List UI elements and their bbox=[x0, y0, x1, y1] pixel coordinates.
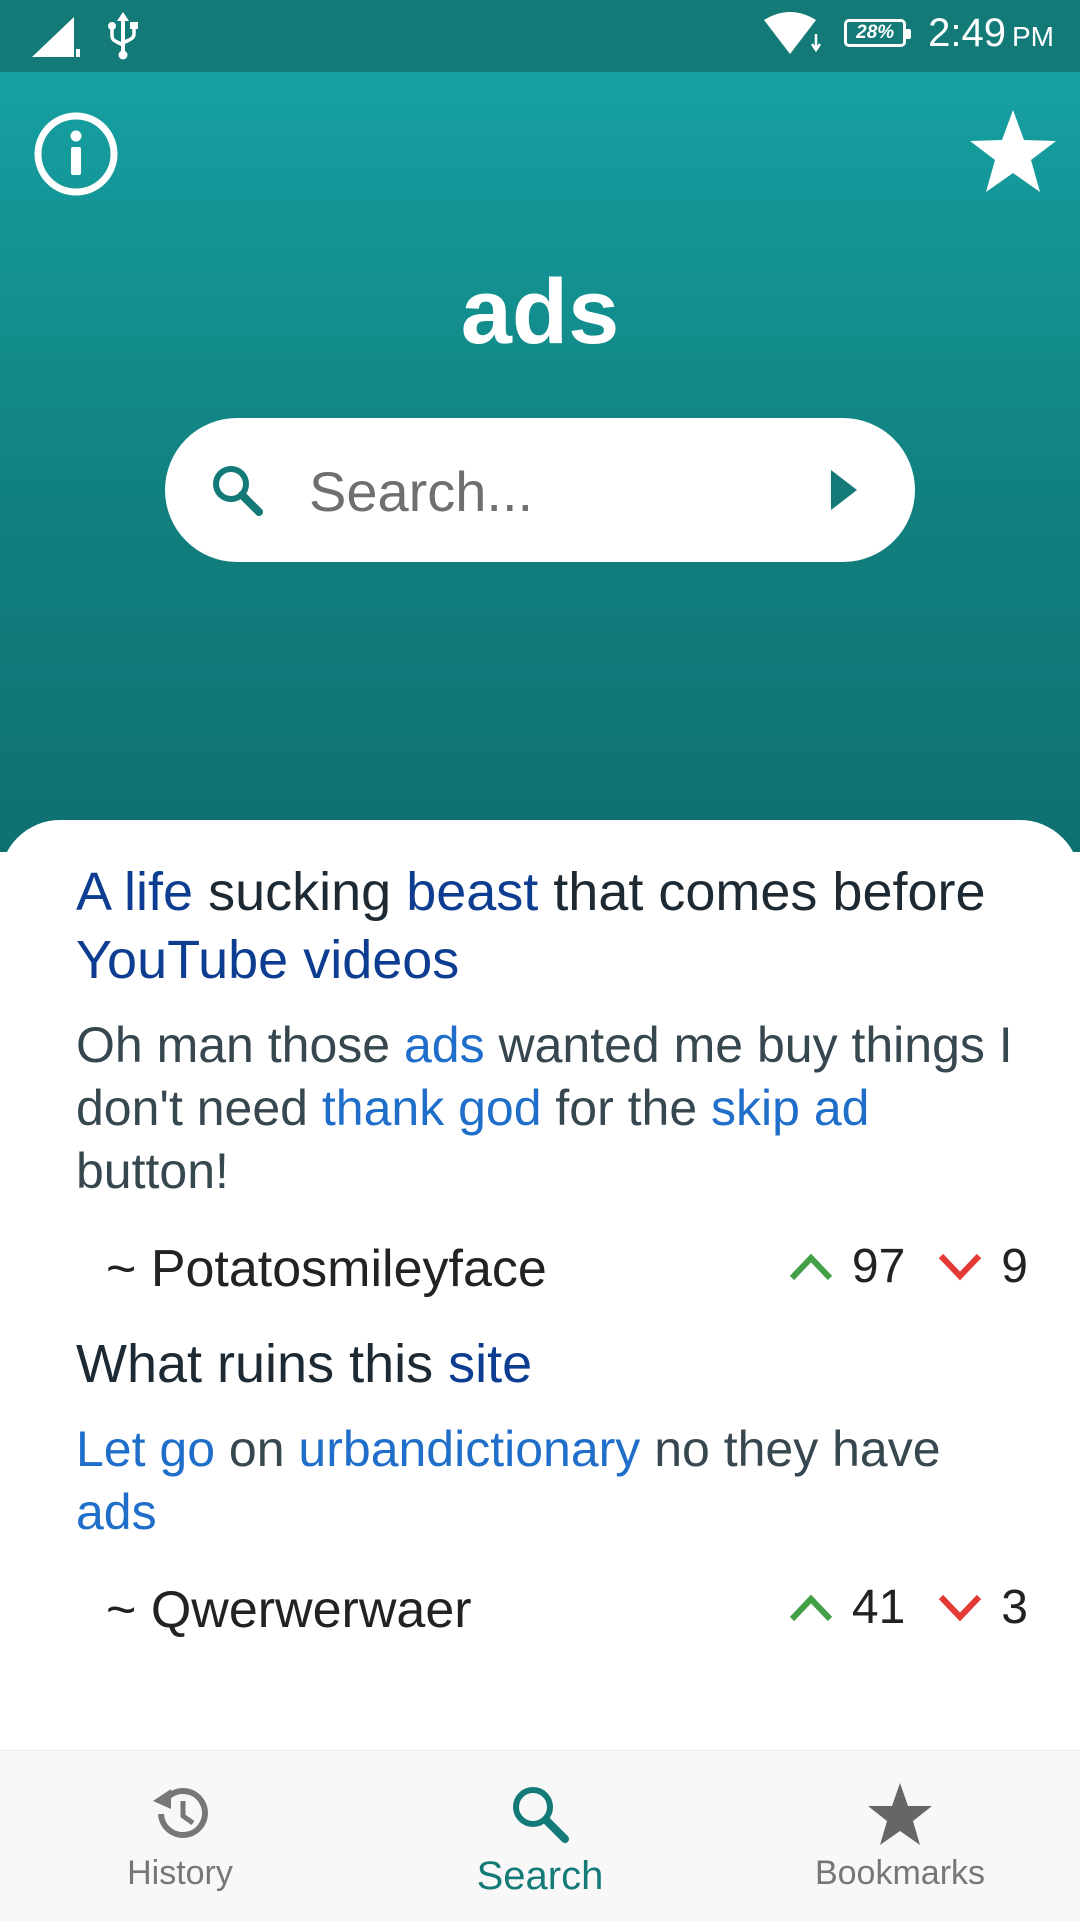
definition-card[interactable]: A life sucking beast that comes before Y… bbox=[76, 858, 1028, 1309]
nav-bookmarks-label: Bookmarks bbox=[814, 1854, 986, 1892]
keyword-link[interactable]: skip ad bbox=[711, 1080, 869, 1136]
clock-time: 2:49 bbox=[928, 10, 1006, 55]
vote-counts: 97 9 bbox=[788, 1239, 1028, 1294]
downvote-icon[interactable] bbox=[937, 1244, 983, 1290]
keyword-link[interactable]: site bbox=[448, 1334, 532, 1394]
nav-history[interactable]: History bbox=[40, 1751, 320, 1921]
definition-meta: ~ Potatosmileyface 97 9 bbox=[76, 1239, 1028, 1309]
nav-bookmarks[interactable]: Bookmarks bbox=[760, 1751, 1040, 1921]
nav-search[interactable]: Search bbox=[400, 1751, 680, 1921]
keyword-link[interactable]: beast bbox=[406, 862, 538, 922]
search-icon bbox=[513, 1787, 569, 1843]
downvote-icon[interactable] bbox=[937, 1585, 983, 1631]
battery-percent: 28% bbox=[856, 22, 895, 43]
author-name[interactable]: ~ Potatosmileyface bbox=[106, 1239, 547, 1299]
upvote-count: 97 bbox=[851, 1240, 906, 1293]
vote-counts: 41 3 bbox=[788, 1580, 1028, 1635]
nav-history-label: History bbox=[127, 1854, 233, 1892]
wifi-icon bbox=[764, 12, 822, 54]
search-input[interactable] bbox=[307, 454, 771, 528]
definitions-list: A life sucking beast that comes before Y… bbox=[0, 820, 1080, 1750]
clock-ampm: PM bbox=[1012, 20, 1054, 52]
search-submit-icon[interactable] bbox=[817, 464, 869, 516]
definition-title: What ruins this site bbox=[76, 1334, 533, 1394]
usb-icon bbox=[108, 12, 138, 60]
header: ads bbox=[0, 72, 1080, 852]
definition-title: A life sucking beast that comes before Y… bbox=[76, 862, 986, 990]
battery-indicator: 28% bbox=[844, 19, 912, 47]
nav-search-label: Search bbox=[476, 1854, 604, 1898]
keyword-link[interactable]: thank god bbox=[322, 1080, 542, 1136]
upvote-count: 41 bbox=[851, 1581, 906, 1634]
status-bar: 28% 2:49 PM bbox=[0, 0, 1080, 72]
definition-meta: ~ Qwerwerwaer 41 3 bbox=[76, 1580, 1028, 1650]
star-icon bbox=[868, 1783, 932, 1845]
search-icon bbox=[213, 466, 263, 516]
downvote-count: 9 bbox=[1001, 1240, 1028, 1293]
bottom-navigation: History Search Bookmarks bbox=[0, 1750, 1080, 1921]
bookmark-star-icon[interactable] bbox=[968, 106, 1058, 196]
keyword-link[interactable]: YouTube videos bbox=[76, 930, 459, 990]
upvote-icon[interactable] bbox=[788, 1585, 834, 1631]
keyword-link[interactable]: ads bbox=[76, 1484, 157, 1540]
author-name[interactable]: ~ Qwerwerwaer bbox=[106, 1580, 472, 1640]
keyword-link[interactable]: A life bbox=[76, 862, 193, 922]
info-icon[interactable] bbox=[32, 110, 120, 198]
keyword-link[interactable]: urbandictionary bbox=[298, 1421, 640, 1477]
history-icon bbox=[153, 1788, 208, 1838]
signal-icon bbox=[32, 17, 80, 57]
downvote-count: 3 bbox=[1001, 1581, 1028, 1634]
page-title: ads bbox=[460, 261, 620, 363]
definition-card[interactable]: What ruins this site Let go on urbandict… bbox=[76, 1330, 1028, 1650]
keyword-link[interactable]: ads bbox=[404, 1017, 485, 1073]
keyword-link[interactable]: Let go bbox=[76, 1421, 215, 1477]
search-bar[interactable] bbox=[165, 418, 915, 562]
upvote-icon[interactable] bbox=[788, 1244, 834, 1290]
definition-body: Let go on urbandictionary no they have a… bbox=[76, 1421, 941, 1540]
clock: 2:49 PM bbox=[928, 11, 1054, 56]
definition-body: Oh man those ads wanted me buy things I … bbox=[76, 1017, 1013, 1199]
